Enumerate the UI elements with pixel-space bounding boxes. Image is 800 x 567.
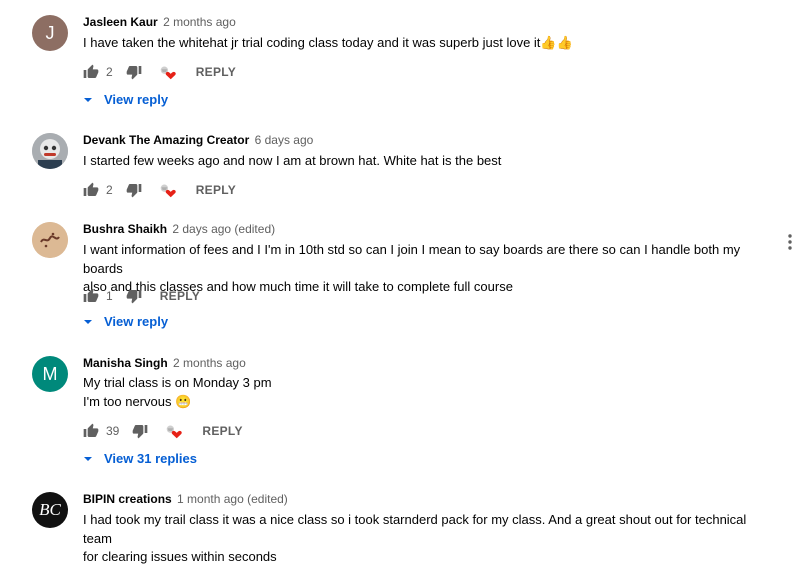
chevron-down-icon <box>82 316 94 328</box>
comment-time[interactable]: 2 months ago <box>173 356 246 370</box>
view-replies-label: View 31 replies <box>104 451 197 466</box>
thumbs-down-icon[interactable] <box>126 182 142 198</box>
thumbs-down-icon[interactable] <box>126 288 142 304</box>
reply-button[interactable]: REPLY <box>196 65 236 79</box>
creator-heart-icon <box>164 423 184 439</box>
comment-actions: 1 REPLY <box>83 286 200 306</box>
reply-button[interactable]: REPLY <box>160 289 200 303</box>
comment-line: I want information of fees and I I'm in … <box>83 242 741 276</box>
view-replies-button[interactable]: View 31 replies <box>82 451 197 466</box>
comment-text: I have taken the whitehat jr trial codin… <box>83 34 778 53</box>
chevron-down-icon <box>82 94 94 106</box>
author-name[interactable]: Manisha Singh <box>83 356 168 370</box>
comment-header: Jasleen Kaur 2 months ago <box>83 15 236 29</box>
thumbs-up-icon[interactable] <box>83 288 99 304</box>
author-name[interactable]: Bushra Shaikh <box>83 222 167 236</box>
comment-actions: 2 REPLY <box>83 180 236 200</box>
chevron-down-icon <box>82 453 94 465</box>
view-replies-button[interactable]: View reply <box>82 314 168 329</box>
creator-heart-icon <box>158 182 178 198</box>
comment-time[interactable]: 6 days ago <box>255 133 314 147</box>
avatar[interactable]: BC <box>32 492 68 528</box>
avatar[interactable] <box>32 222 68 258</box>
comment-header: Bushra Shaikh 2 days ago (edited) <box>83 222 275 236</box>
author-name[interactable]: Jasleen Kaur <box>83 15 158 29</box>
avatar[interactable]: J <box>32 15 68 51</box>
more-actions-icon[interactable] <box>786 233 794 256</box>
comment-time[interactable]: 2 days ago (edited) <box>172 222 275 236</box>
author-name[interactable]: BIPIN creations <box>83 492 172 506</box>
comment-actions: 39 REPLY <box>83 421 243 441</box>
avatar-letter: BC <box>39 500 61 519</box>
like-count: 1 <box>106 289 113 303</box>
comment-time[interactable]: 2 months ago <box>163 15 236 29</box>
thumbs-up-icon[interactable] <box>83 64 99 80</box>
comment-text: I had took my trail class it was a nice … <box>83 511 778 567</box>
avatar[interactable] <box>32 133 68 169</box>
thumbs-up-icon[interactable] <box>83 182 99 198</box>
avatar-picture <box>32 133 68 169</box>
avatar-letter: M <box>42 363 58 384</box>
like-count: 2 <box>106 183 113 197</box>
comment-header: BIPIN creations 1 month ago (edited) <box>83 492 288 506</box>
reply-button[interactable]: REPLY <box>202 424 242 438</box>
reply-button[interactable]: REPLY <box>196 183 236 197</box>
comment-header: Devank The Amazing Creator 6 days ago <box>83 133 313 147</box>
like-count: 2 <box>106 65 113 79</box>
comment-line: for clearing issues within seconds <box>83 549 277 564</box>
comment-text: My trial class is on Monday 3 pm I'm too… <box>83 374 778 411</box>
comment-line: I have taken the whitehat jr trial codin… <box>83 35 573 50</box>
thumbs-up-icon[interactable] <box>83 423 99 439</box>
comment-line: I had took my trail class it was a nice … <box>83 512 747 546</box>
comment-actions: 2 REPLY <box>83 62 236 82</box>
comment-time[interactable]: 1 month ago (edited) <box>177 492 288 506</box>
comment-line: My trial class is on Monday 3 pm <box>83 375 272 390</box>
view-replies-button[interactable]: View reply <box>82 92 168 107</box>
avatar-picture <box>32 222 68 258</box>
view-replies-label: View reply <box>104 314 169 329</box>
view-replies-label: View reply <box>104 92 169 107</box>
thumbs-down-icon[interactable] <box>132 423 148 439</box>
avatar[interactable]: M <box>32 356 68 392</box>
author-name[interactable]: Devank The Amazing Creator <box>83 133 249 147</box>
avatar-letter: J <box>45 22 55 43</box>
comment-line: I started few weeks ago and now I am at … <box>83 153 502 168</box>
creator-heart-icon <box>158 64 178 80</box>
comment-header: Manisha Singh 2 months ago <box>83 356 246 370</box>
thumbs-down-icon[interactable] <box>126 64 142 80</box>
comment-text: I started few weeks ago and now I am at … <box>83 152 778 171</box>
comment-line: I'm too nervous 😬 <box>83 393 192 409</box>
like-count: 39 <box>106 424 120 438</box>
